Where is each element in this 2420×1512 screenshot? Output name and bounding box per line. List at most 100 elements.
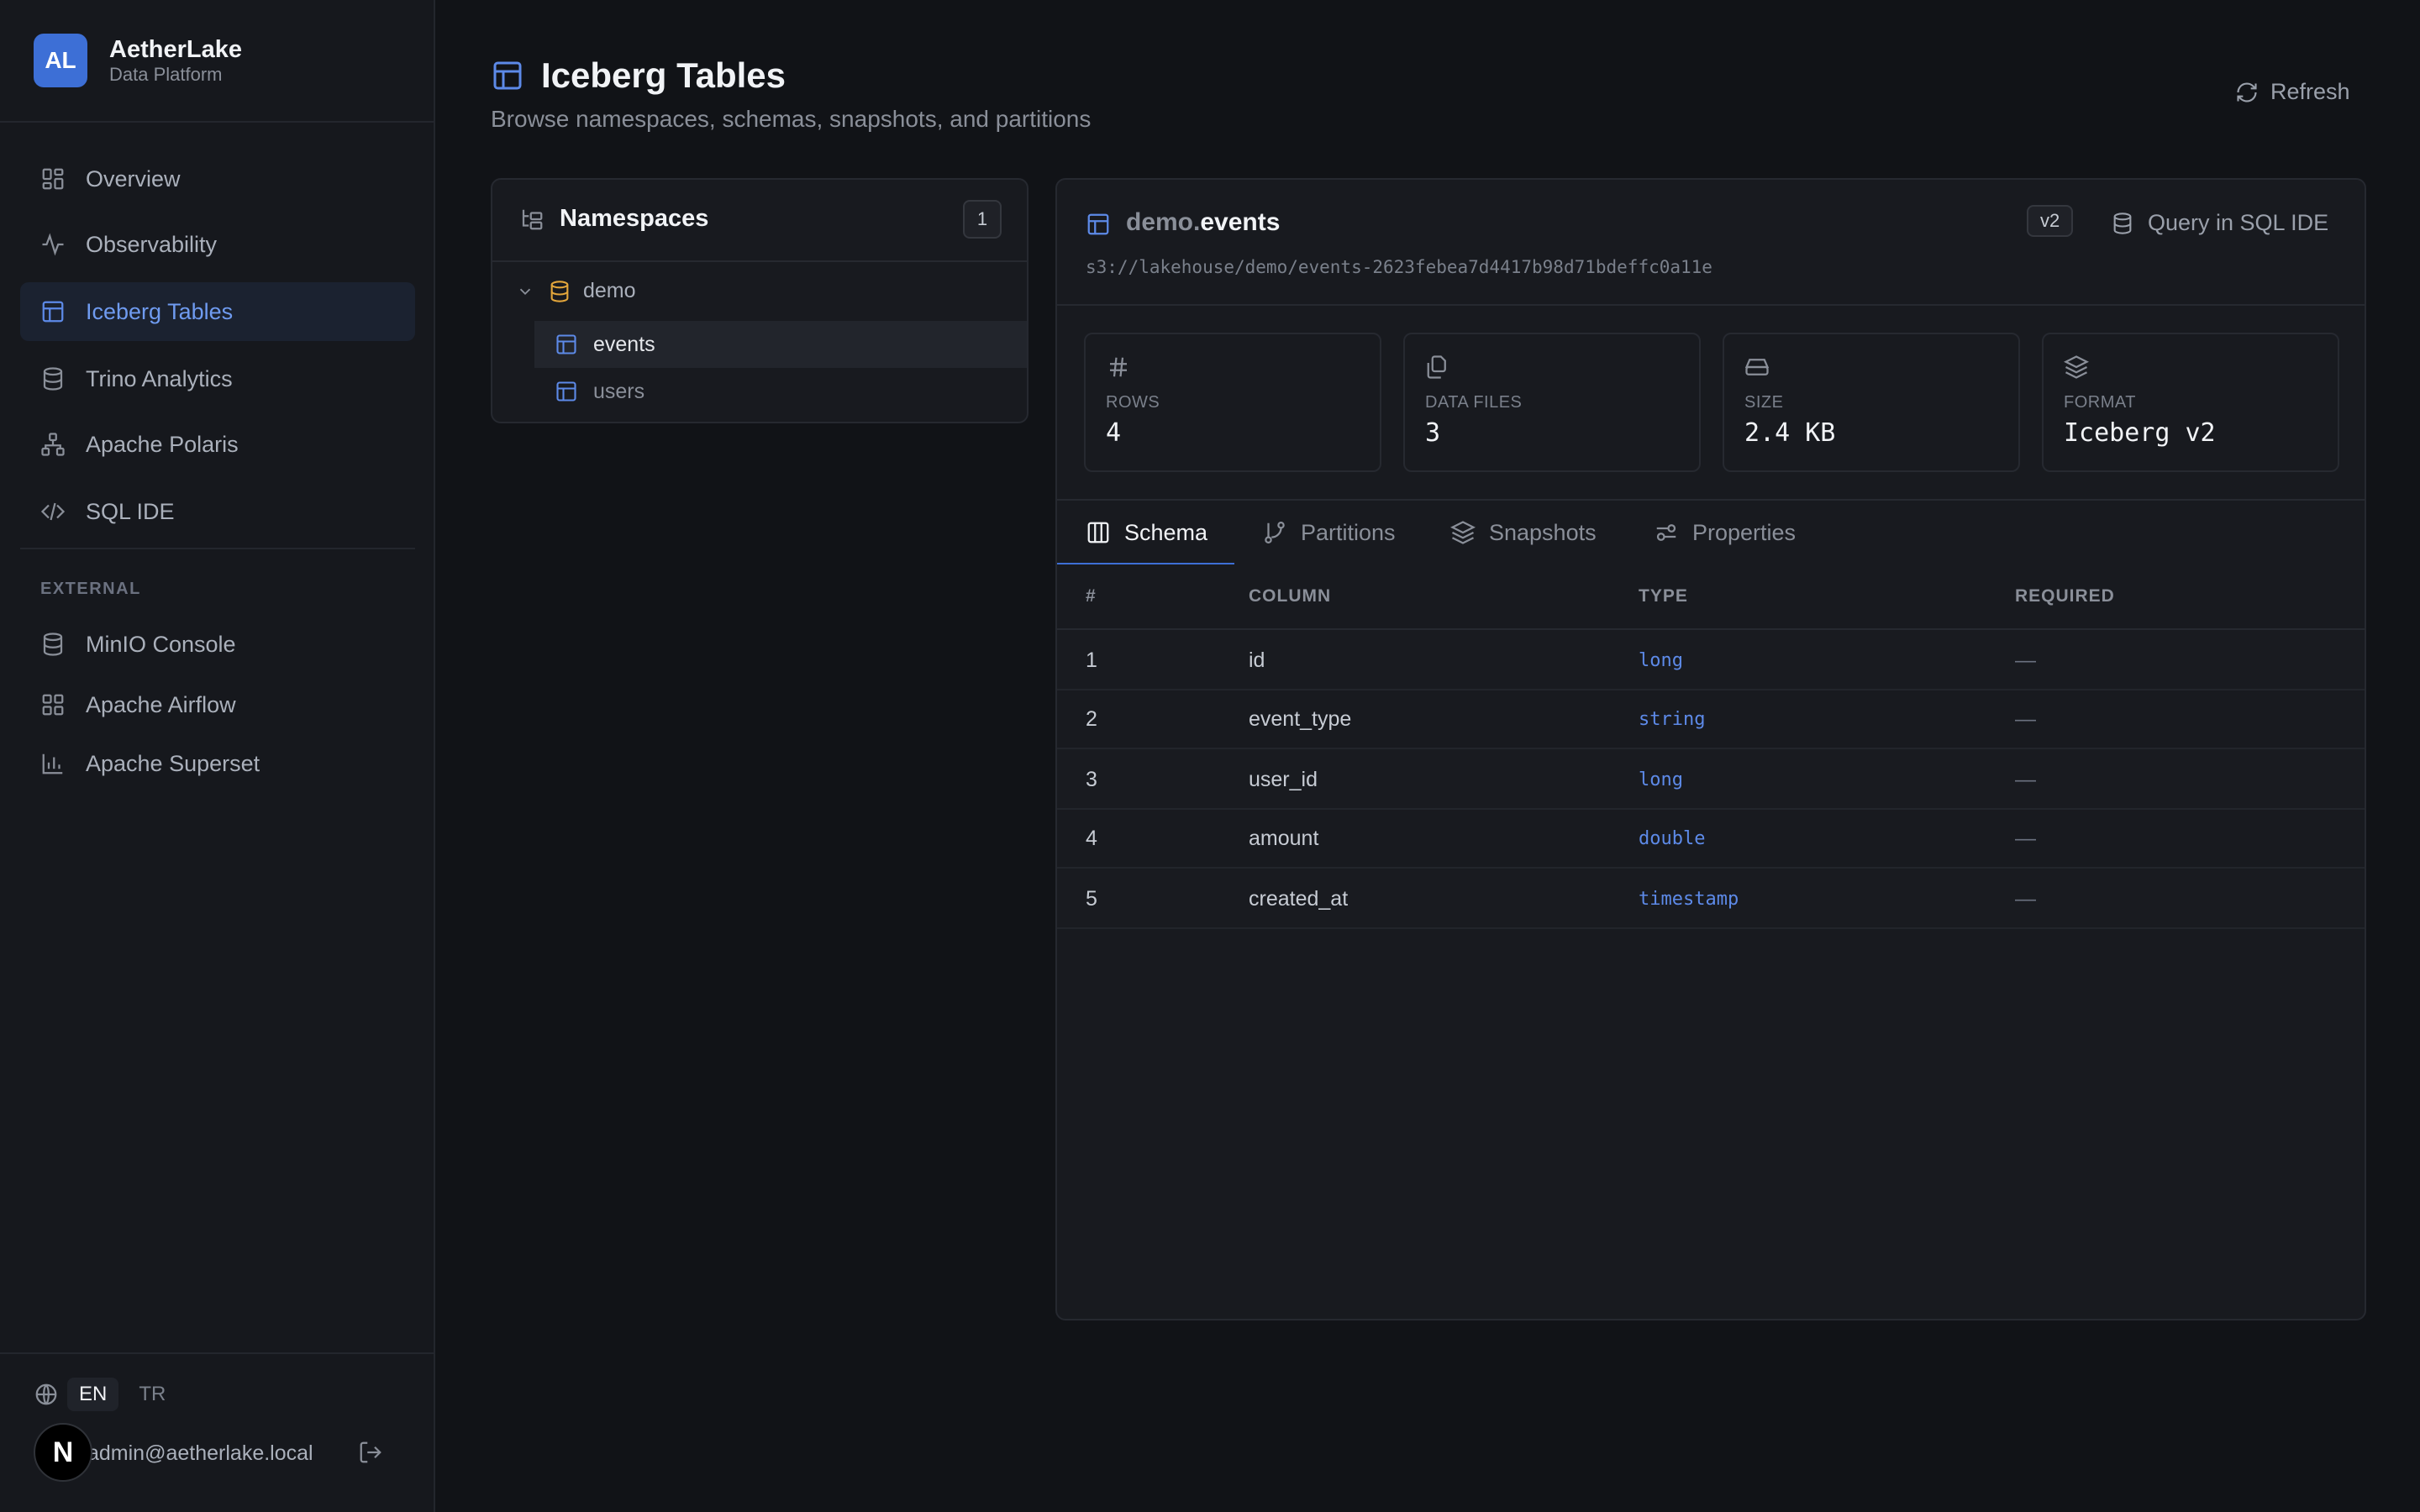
network-icon	[41, 433, 65, 456]
schema-table-header: # COLUMN TYPE REQUIRED	[1057, 564, 2365, 630]
logout-icon[interactable]	[358, 1440, 383, 1465]
external-section-label: EXTERNAL	[40, 580, 141, 598]
page-subtitle: Browse namespaces, schemas, snapshots, a…	[491, 106, 1092, 132]
brand-logo: AL	[34, 34, 87, 87]
language-tr-button[interactable]: TR	[127, 1378, 177, 1411]
table-icon	[42, 301, 64, 323]
footer-divider	[0, 1352, 434, 1354]
table-icon	[493, 61, 522, 90]
user-email: admin@aetherlake.local	[87, 1441, 313, 1465]
stat-card-data-files: DATA FILES 3	[1403, 333, 1701, 472]
stat-card-rows: ROWS 4	[1084, 333, 1381, 472]
row-number: 3	[1086, 768, 1097, 791]
table-full-name: demo.events	[1126, 208, 1280, 237]
tab-label: Partitions	[1301, 519, 1396, 545]
stat-value: 3	[1425, 418, 1441, 448]
stat-value: 4	[1106, 418, 1122, 448]
query-in-sql-ide-button[interactable]: Query in SQL IDE	[2111, 210, 2328, 236]
stat-value: Iceberg v2	[2064, 418, 2216, 448]
column-name: id	[1249, 648, 1265, 672]
avatar[interactable]: N	[34, 1423, 92, 1482]
language-en-button[interactable]: EN	[67, 1378, 119, 1411]
tab-label: Properties	[1692, 519, 1797, 545]
nav-item-trino-analytics[interactable]: Trino Analytics	[20, 349, 415, 408]
grid-icon	[42, 694, 64, 716]
column-header-number: #	[1086, 586, 1097, 606]
database-icon	[43, 633, 63, 656]
table-row: 2 event_type string —	[1057, 689, 2365, 749]
hash-icon	[1110, 357, 1127, 377]
files-icon	[1427, 355, 1446, 379]
tab-partitions[interactable]: Partitions	[1262, 501, 1396, 564]
database-icon	[2113, 212, 2132, 234]
folder-tree-icon	[522, 209, 543, 230]
bar-chart-icon	[42, 753, 63, 774]
sidebar: AL AetherLake Data Platform Overview Obs…	[0, 0, 435, 1512]
row-number: 2	[1086, 707, 1097, 731]
table-icon	[556, 334, 576, 354]
grid-icon	[42, 168, 64, 190]
column-name: created_at	[1249, 887, 1349, 911]
column-type: long	[1639, 650, 1683, 671]
table-detail-header: demo.events s3://lakehouse/demo/events-2…	[1057, 180, 2365, 306]
brand-name: AetherLake	[109, 36, 242, 63]
table-row: 1 id long —	[1057, 630, 2365, 690]
brand[interactable]: AL AetherLake Data Platform	[34, 34, 242, 87]
language-switcher: EN TR	[34, 1378, 177, 1411]
column-required: —	[2015, 827, 2036, 850]
nav-item-sql-ide[interactable]: SQL IDE	[20, 482, 415, 541]
nav-item-minio-console[interactable]: MinIO Console	[20, 615, 415, 674]
nav-item-observability[interactable]: Observability	[20, 215, 415, 274]
table-icon	[1087, 213, 1109, 235]
refresh-label: Refresh	[2270, 79, 2350, 104]
table-icon	[556, 381, 576, 402]
sliders-icon	[1656, 524, 1676, 541]
nav-item-apache-polaris[interactable]: Apache Polaris	[20, 415, 415, 474]
stat-card-size: SIZE 2.4 KB	[1723, 333, 2020, 472]
column-name: amount	[1249, 827, 1319, 850]
columns-icon	[1087, 522, 1109, 543]
globe-icon	[35, 1383, 57, 1405]
stat-value: 2.4 KB	[1744, 418, 1836, 448]
tab-properties[interactable]: Properties	[1654, 501, 1796, 564]
page-title-text: Iceberg Tables	[541, 55, 786, 95]
nav-item-apache-superset[interactable]: Apache Superset	[20, 734, 415, 793]
namespaces-count-badge: 1	[963, 200, 1002, 239]
nav-item-label: Iceberg Tables	[86, 298, 234, 324]
stat-card-format: FORMAT Iceberg v2	[2042, 333, 2339, 472]
column-header-column: COLUMN	[1249, 586, 1332, 606]
table-detail-panel: demo.events s3://lakehouse/demo/events-2…	[1055, 178, 2366, 1320]
tab-label: Schema	[1124, 519, 1208, 545]
tab-snapshots[interactable]: Snapshots	[1450, 501, 1597, 564]
table-row: 4 amount double —	[1057, 808, 2365, 869]
column-required: —	[2015, 768, 2036, 791]
brand-subtitle: Data Platform	[109, 64, 223, 85]
column-name: event_type	[1249, 707, 1352, 731]
user-row: admin@aetherlake.local N	[34, 1423, 395, 1482]
table-row: 3 user_id long —	[1057, 749, 2365, 810]
refresh-button[interactable]: Refresh	[2235, 79, 2350, 105]
tree-table-users[interactable]: users	[534, 368, 1027, 415]
chevron-down-icon	[519, 288, 531, 295]
column-required: —	[2015, 707, 2036, 731]
stat-label: FORMAT	[2064, 393, 2136, 412]
row-number: 5	[1086, 887, 1097, 911]
tab-schema[interactable]: Schema	[1056, 501, 1235, 566]
nav-item-overview[interactable]: Overview	[20, 150, 415, 208]
detail-tabs: Schema Partitions Snapshots Properties	[1056, 499, 2365, 566]
column-header-required: REQUIRED	[2015, 586, 2115, 606]
nav-item-iceberg-tables[interactable]: Iceberg Tables	[20, 282, 415, 341]
format-version-badge: v2	[2027, 205, 2074, 237]
tree-table-events[interactable]: events	[534, 321, 1027, 368]
query-in-sql-ide-label: Query in SQL IDE	[2148, 210, 2329, 235]
table-location: s3://lakehouse/demo/events-2623febea7d44…	[1086, 257, 1712, 277]
namespace-label: demo	[583, 279, 636, 302]
namespaces-title: Namespaces	[560, 205, 709, 232]
sidebar-divider	[0, 121, 434, 123]
table-row: 5 created_at timestamp —	[1057, 869, 2365, 929]
nav-divider	[20, 548, 415, 549]
hard-drive-icon	[1744, 359, 1770, 375]
nav-item-label: Observability	[86, 231, 218, 257]
nav-item-apache-airflow[interactable]: Apache Airflow	[20, 675, 415, 734]
tree-namespace-demo[interactable]: demo	[516, 279, 636, 303]
